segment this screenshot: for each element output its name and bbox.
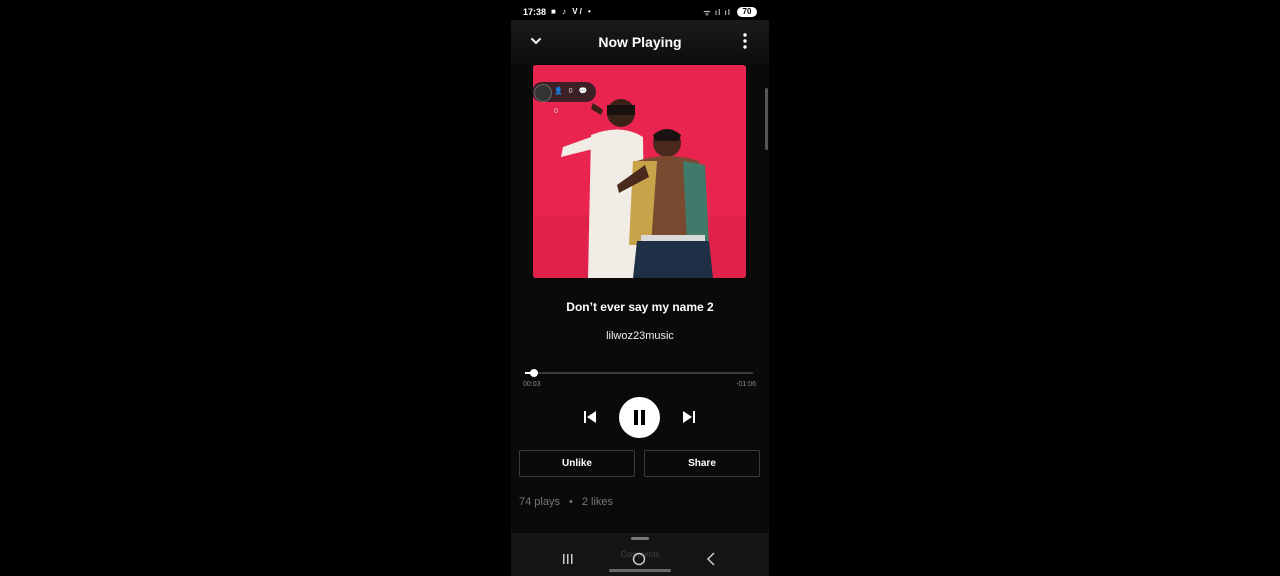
track-title: Don’t ever say my name 2	[566, 300, 714, 314]
skip-previous-icon[interactable]	[583, 410, 597, 424]
stats-separator: •	[568, 496, 573, 508]
share-button[interactable]: Share	[644, 450, 760, 477]
plays-count: 74 plays	[519, 496, 560, 508]
avatar	[534, 84, 552, 102]
scrollbar[interactable]	[765, 88, 768, 150]
progress-handle[interactable]	[530, 369, 539, 377]
battery-icon: 70	[737, 7, 757, 17]
page-title: Now Playing	[598, 34, 682, 50]
status-bar: 17:38 ■ ♪ V/ • ᯤ ıl ıl 70	[511, 0, 769, 20]
pause-icon	[634, 410, 645, 425]
widget-counts: 👤 0 💬 0	[554, 88, 590, 115]
floating-recorder-widget[interactable]: 👤 0 💬 0	[532, 82, 596, 115]
skip-next-icon[interactable]	[682, 410, 696, 424]
track-stats: 74 plays • 2 likes	[519, 496, 613, 508]
gesture-bar	[609, 569, 671, 572]
elapsed-time: 00:03	[523, 381, 541, 388]
status-time: 17:38	[523, 7, 547, 17]
sheet-drag-handle[interactable]	[631, 537, 649, 540]
likes-count[interactable]: 2 likes	[582, 496, 613, 508]
unlike-button[interactable]: Unlike	[519, 450, 635, 477]
comments-sheet[interactable]: Comments	[511, 533, 769, 576]
home-icon[interactable]	[632, 552, 646, 566]
remaining-time: -01:06	[736, 381, 756, 388]
pause-button[interactable]	[619, 397, 660, 438]
more-options-icon[interactable]	[739, 32, 751, 50]
signal-icons: ᯤ ıl ıl	[703, 8, 731, 17]
back-icon[interactable]	[706, 552, 716, 566]
recent-apps-icon[interactable]	[561, 553, 575, 565]
notification-icons: ■ ♪ V/ •	[551, 7, 593, 16]
artist-name[interactable]: lilwoz23music	[511, 330, 769, 342]
phone-screen: 17:38 ■ ♪ V/ • ᯤ ıl ıl 70 Now Playing 👤 …	[511, 0, 769, 576]
progress-slider[interactable]	[525, 369, 753, 377]
player-header: Now Playing	[511, 20, 769, 64]
